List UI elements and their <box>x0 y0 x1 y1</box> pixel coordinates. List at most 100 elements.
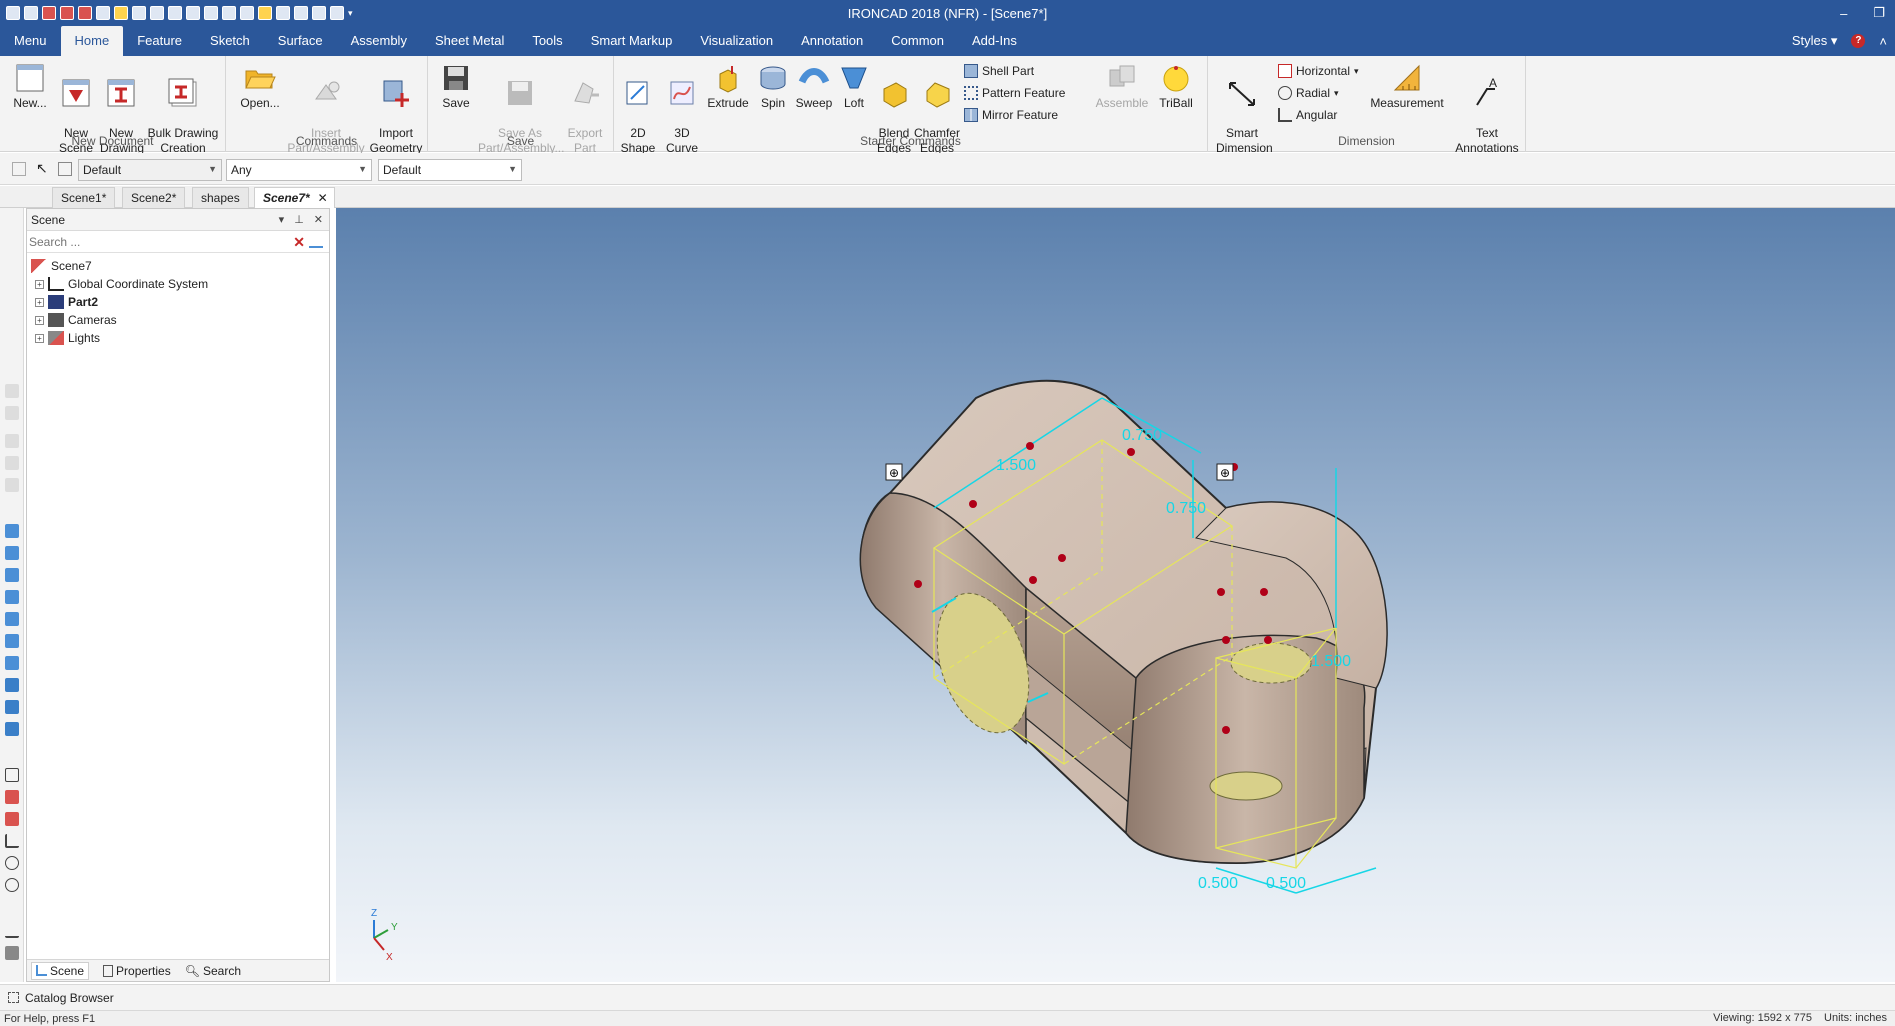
doc-tab-scene2[interactable]: Scene2* <box>122 187 186 208</box>
red-tool-icon-2[interactable] <box>5 812 19 826</box>
tree-node-cameras[interactable]: + Cameras <box>27 311 329 329</box>
grid-icon[interactable] <box>312 6 326 20</box>
new-scene-icon[interactable] <box>42 6 56 20</box>
tab-visualization[interactable]: Visualization <box>686 26 787 56</box>
footer-tab-scene[interactable]: Scene <box>31 961 90 980</box>
dim-label-height[interactable]: 0.750 <box>1166 500 1206 517</box>
tree-node-scene7[interactable]: Scene7 <box>27 257 329 275</box>
selection-filter-icon[interactable] <box>58 162 72 176</box>
import-icon[interactable] <box>96 6 110 20</box>
wireframe-icon[interactable] <box>5 700 19 714</box>
tree-node-lights[interactable]: + Lights <box>27 329 329 347</box>
cube-left-icon[interactable] <box>5 656 19 670</box>
expand-icon[interactable]: + <box>35 279 44 289</box>
pattern-feature-button[interactable]: Pattern Feature <box>964 86 1065 100</box>
save-as-icon[interactable] <box>150 6 164 20</box>
dim-label-boss-height[interactable]: 1.500 <box>1311 653 1351 670</box>
ribbon-collapse-icon[interactable]: ˄ <box>1879 34 1887 49</box>
lower-hole[interactable] <box>1209 771 1283 801</box>
dim-label-radius-right[interactable]: 0.500 <box>1266 875 1306 892</box>
triball-button[interactable]: TriBall <box>1154 62 1198 111</box>
browser-search-input[interactable] <box>27 234 277 249</box>
selection-filter-combo[interactable]: Any ▼ <box>226 159 372 181</box>
cube-right-icon[interactable] <box>5 568 19 582</box>
tab-sheet-metal[interactable]: Sheet Metal <box>421 26 518 56</box>
catalog-browser-bar[interactable]: Catalog Browser <box>0 984 1895 1010</box>
layer-combo[interactable]: Default ▼ <box>378 159 522 181</box>
select-tool-icon[interactable] <box>12 162 26 176</box>
view-tool-icon-4[interactable] <box>5 456 19 470</box>
tab-add-ins[interactable]: Add-Ins <box>958 26 1031 56</box>
export-icon[interactable] <box>168 6 182 20</box>
part-model[interactable]: 1.500 0.750 0.750 1.500 0.500 0.500 ⊕ ⊕ … <box>336 208 1895 982</box>
bulk-drawing-icon[interactable] <box>78 6 92 20</box>
cube-back-icon[interactable] <box>5 612 19 626</box>
spin-button[interactable]: Spin <box>754 62 792 111</box>
sweep-button[interactable]: Sweep <box>794 62 834 111</box>
tab-home[interactable]: Home <box>60 26 124 56</box>
tab-tools[interactable]: Tools <box>518 26 576 56</box>
footer-tab-search[interactable]: 🔍︎ Search <box>185 964 241 978</box>
doc-tab-shapes[interactable]: shapes <box>192 187 249 208</box>
cube-iso-icon[interactable] <box>5 590 19 604</box>
print-icon[interactable] <box>186 6 200 20</box>
line-tool-icon[interactable] <box>5 924 19 938</box>
dim-label-radius-left[interactable]: 0.500 <box>1198 875 1238 892</box>
tab-feature[interactable]: Feature <box>123 26 196 56</box>
tab-sketch[interactable]: Sketch <box>196 26 264 56</box>
dim-label-width[interactable]: 0.750 <box>1122 427 1162 444</box>
cube-front-icon[interactable] <box>5 524 19 538</box>
extrude-button[interactable]: Extrude <box>706 62 750 111</box>
ruler-tool-icon[interactable] <box>5 946 19 960</box>
view-tool-icon-5[interactable] <box>5 478 19 492</box>
footer-tab-properties[interactable]: Properties <box>103 964 171 978</box>
close-icon[interactable]: ✕ <box>318 188 328 208</box>
layout-icon[interactable] <box>330 6 344 20</box>
angular-dimension-button[interactable]: Angular <box>1278 108 1337 122</box>
open-button[interactable]: Open... <box>238 62 282 111</box>
help-icon[interactable]: ? <box>1851 34 1866 48</box>
dim-label-length[interactable]: 1.500 <box>996 457 1036 474</box>
red-tool-icon-1[interactable] <box>5 790 19 804</box>
update-icon[interactable] <box>294 6 308 20</box>
pin-icon[interactable]: ⊥ <box>294 213 304 226</box>
save-icon[interactable] <box>132 6 146 20</box>
measure-icon[interactable] <box>5 768 19 782</box>
tab-annotation[interactable]: Annotation <box>787 26 877 56</box>
tree-node-part2[interactable]: + Part2 <box>27 293 329 311</box>
panel-menu-icon[interactable]: ▾ <box>279 213 285 226</box>
search-filter-icon[interactable] <box>309 234 323 248</box>
rotate-icon[interactable] <box>5 856 19 870</box>
shell-part-button[interactable]: Shell Part <box>964 64 1034 78</box>
expand-icon[interactable]: + <box>35 333 44 343</box>
assemble-button[interactable]: Assemble <box>1092 62 1152 111</box>
clear-search-icon[interactable]: ✕ <box>293 234 305 251</box>
sparkle-icon[interactable] <box>276 6 290 20</box>
angle-tool-icon[interactable] <box>5 834 19 848</box>
app-icon[interactable] <box>6 6 20 20</box>
qat-dropdown-icon[interactable]: ▾ <box>348 8 353 19</box>
top-hole[interactable] <box>1230 642 1312 684</box>
horizontal-dimension-button[interactable]: Horizontal ▾ <box>1278 64 1359 78</box>
expand-icon[interactable]: + <box>35 315 44 325</box>
view-tool-icon-1[interactable] <box>5 384 19 398</box>
shaded-icon[interactable] <box>5 678 19 692</box>
expand-icon[interactable]: + <box>35 297 44 307</box>
cube-top-icon[interactable] <box>5 546 19 560</box>
pointer-icon[interactable]: ↖ <box>36 160 48 177</box>
tab-smart-markup[interactable]: Smart Markup <box>577 26 687 56</box>
close-icon[interactable]: ✕ <box>314 213 323 226</box>
doc-tab-scene1[interactable]: Scene1* <box>52 187 116 208</box>
hidden-line-icon[interactable] <box>5 722 19 736</box>
no-symbol-icon[interactable] <box>5 878 19 892</box>
styles-menu[interactable]: Styles ▾ <box>1792 33 1838 49</box>
doc-tab-scene7[interactable]: Scene7* ✕ <box>254 187 335 208</box>
restore-button[interactable]: ❐ <box>1873 5 1885 21</box>
redo-icon[interactable] <box>240 6 254 20</box>
print-preview-icon[interactable] <box>204 6 218 20</box>
save-button[interactable]: Save <box>436 62 476 111</box>
view-tool-icon-2[interactable] <box>5 406 19 420</box>
new-button[interactable]: New... <box>10 62 50 111</box>
undo-icon[interactable] <box>222 6 236 20</box>
minimize-button[interactable]: – <box>1840 6 1847 21</box>
